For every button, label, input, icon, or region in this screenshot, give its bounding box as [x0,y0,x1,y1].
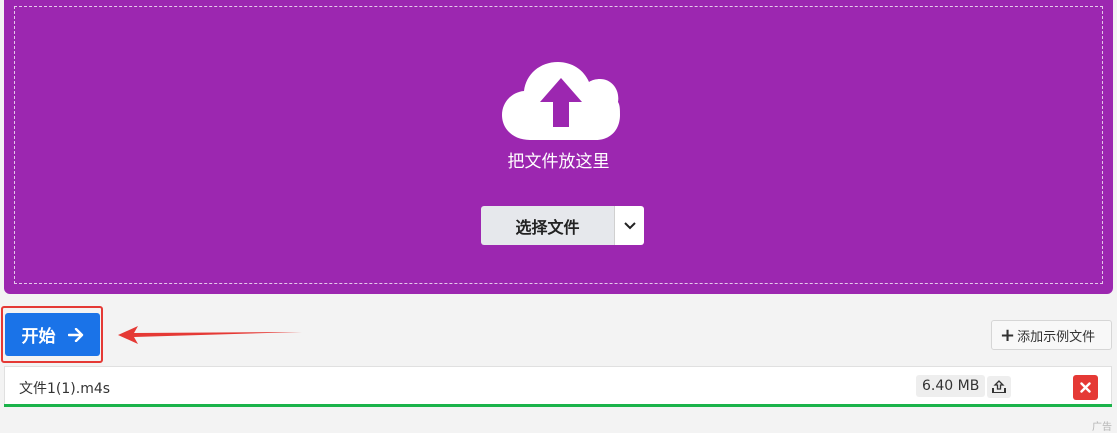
arrow-right-icon [67,327,83,342]
output-tray-icon [992,380,1006,393]
cloud-upload-icon [502,62,620,140]
add-sample-file-button[interactable]: + 添加示例文件 [991,320,1112,350]
choose-source-dropdown[interactable] [614,206,644,245]
chevron-down-icon [623,221,636,229]
file-settings-button[interactable] [987,376,1011,398]
file-list-item: 文件1(1).m4s 6.40 MB [4,366,1112,407]
plus-icon: + [1000,324,1016,346]
ad-label: 广告 [1092,422,1112,433]
choose-file-group: 选择文件 [481,206,644,245]
file-size-badge: 6.40 MB [916,375,986,397]
annotation-arrow [118,326,302,344]
choose-file-button[interactable]: 选择文件 [481,206,614,245]
start-button[interactable]: 开始 [5,313,100,356]
remove-file-button[interactable] [1073,375,1098,400]
file-name: 文件1(1).m4s [19,381,111,397]
drop-files-text: 把文件放这里 [507,152,610,172]
file-dropzone[interactable]: 把文件放这里 选择文件 [4,0,1113,294]
file-progress-bar [4,404,1112,407]
add-sample-label: 添加示例文件 [1017,329,1096,345]
close-icon [1080,382,1091,393]
start-button-label: 开始 [21,327,56,347]
